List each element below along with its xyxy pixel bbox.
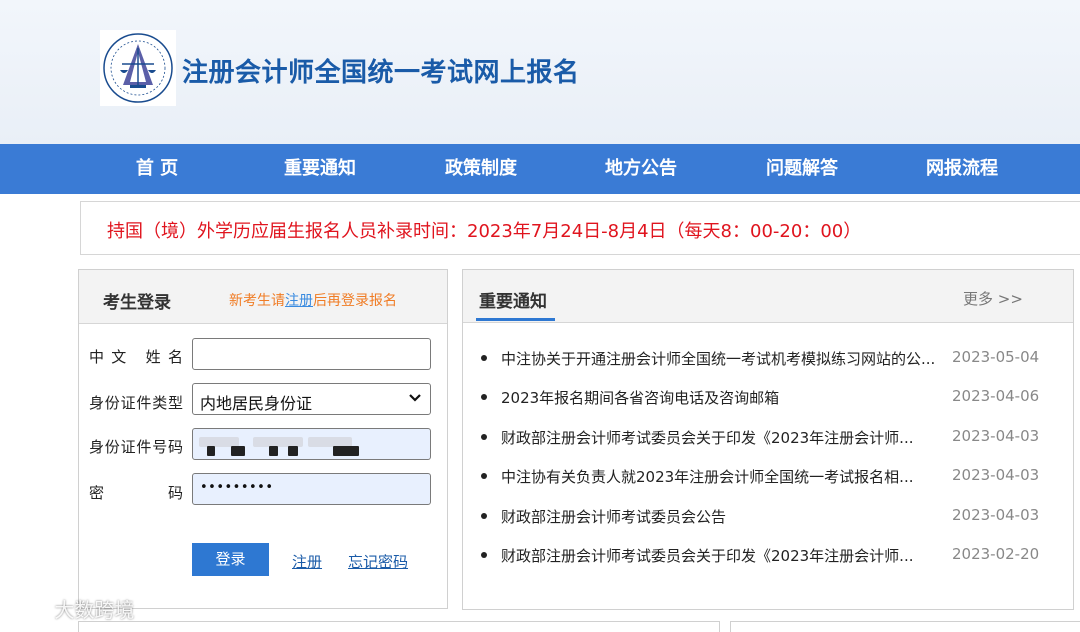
redacted-id-block [333,446,359,456]
news-more-link[interactable]: 更多 >> [963,288,1023,309]
nav-policies[interactable]: 政策制度 [421,144,541,194]
news-item[interactable]: 财政部注册会计师考试委员会关于印发《2023年注册会计师... 2023-02-… [481,543,1061,567]
news-title: 重要通知 [479,292,547,312]
id-number-input[interactable] [192,428,431,460]
register-link[interactable]: 注册 [292,551,322,572]
watermark-logo-icon [10,602,46,614]
name-input[interactable] [192,338,431,370]
register-hint-prefix: 新考生请 [229,293,285,309]
bullet-icon [481,434,487,440]
news-item-title[interactable]: 财政部注册会计师考试委员会关于印发《2023年注册会计师... [501,545,943,566]
nav-home[interactable]: 首 页 [97,144,217,194]
news-item-date: 2023-04-06 [952,387,1040,405]
news-item-title[interactable]: 2023年报名期间各省咨询电话及咨询邮箱 [501,387,943,408]
redacted-id-block [269,446,278,456]
news-item-date: 2023-04-03 [952,506,1040,524]
redacted-id-block [288,446,298,456]
news-item-date: 2023-04-03 [952,427,1040,445]
news-item[interactable]: 财政部注册会计师考试委员会公告 2023-04-03 [481,504,1061,528]
nav-local-announcements[interactable]: 地方公告 [581,144,701,194]
news-item[interactable]: 中注协关于开通注册会计师全国统一考试机考模拟练习网站的公... 2023-05-… [481,346,1061,370]
password-input[interactable]: ••••••••• [192,473,431,505]
password-value: ••••••••• [200,480,274,495]
register-hint-suffix: 后再登录报名 [313,293,397,309]
register-hint: 新考生请注册后再登录报名 [229,290,397,310]
id-type-selected-value: 内地居民身份证 [200,394,313,413]
bullet-icon [481,552,487,558]
nav-important-notices[interactable]: 重要通知 [260,144,380,194]
id-number-label: 身份证件号码 [89,438,183,456]
main-navbar: 首 页 重要通知 政策制度 地方公告 问题解答 网报流程 [0,144,1080,194]
nav-faq[interactable]: 问题解答 [742,144,862,194]
news-item-date: 2023-04-03 [952,466,1040,484]
news-item-date: 2023-02-20 [952,545,1040,563]
password-label: 密 码 [89,484,183,502]
news-item-title[interactable]: 中注协有关负责人就2023年注册会计师全国统一考试报名相... [501,466,943,487]
news-item-title[interactable]: 财政部注册会计师考试委员会关于印发《2023年注册会计师... [501,427,943,448]
nav-registration-process[interactable]: 网报流程 [902,144,1022,194]
news-title-underline [476,318,555,321]
news-item[interactable]: 财政部注册会计师考试委员会关于印发《2023年注册会计师... 2023-04-… [481,425,1061,449]
login-panel: 考生登录 新考生请注册后再登录报名 中文 姓名 身份证件类型 内地居民身份证 身… [78,269,448,609]
login-button[interactable]: 登录 [192,543,269,576]
bullet-icon [481,513,487,519]
register-hint-link[interactable]: 注册 [285,293,313,309]
name-label: 中文 姓名 [89,348,183,366]
news-item-date: 2023-05-04 [952,348,1040,366]
watermark: 大数跨境 [8,594,134,623]
id-type-label: 身份证件类型 [89,394,183,412]
login-panel-header: 考生登录 新考生请注册后再登录报名 [79,270,447,324]
bullet-icon [481,355,487,361]
news-panel: 重要通知 更多 >> 中注协关于开通注册会计师全国统一考试机考模拟练习网站的公.… [462,269,1074,610]
redacted-id-block [207,446,215,456]
notice-banner: 持国（境）外学历应届生报名人员补录时间：2023年7月24日-8月4日（每天8：… [80,201,1080,255]
redacted-id-block [231,446,245,456]
forgot-password-link[interactable]: 忘记密码 [348,551,408,572]
id-type-select[interactable]: 内地居民身份证 [192,383,431,415]
bullet-icon [481,394,487,400]
notice-text: 持国（境）外学历应届生报名人员补录时间：2023年7月24日-8月4日（每天8：… [107,221,862,242]
bullet-icon [481,473,487,479]
login-title: 考生登录 [103,293,171,313]
chevron-down-icon [409,394,421,402]
news-item[interactable]: 2023年报名期间各省咨询电话及咨询邮箱 2023-04-06 [481,385,1061,409]
cicpa-logo-icon [100,30,176,106]
site-title: 注册会计师全国统一考试网上报名 [182,58,580,88]
news-item-title[interactable]: 中注协关于开通注册会计师全国统一考试机考模拟练习网站的公... [501,348,943,369]
news-item-title[interactable]: 财政部注册会计师考试委员会公告 [501,506,943,527]
watermark-text: 大数跨境 [54,598,135,622]
news-item[interactable]: 中注协有关负责人就2023年注册会计师全国统一考试报名相... 2023-04-… [481,464,1061,488]
news-panel-header: 重要通知 更多 >> [463,270,1073,323]
site-header: 注册会计师全国统一考试网上报名 [0,0,1080,144]
